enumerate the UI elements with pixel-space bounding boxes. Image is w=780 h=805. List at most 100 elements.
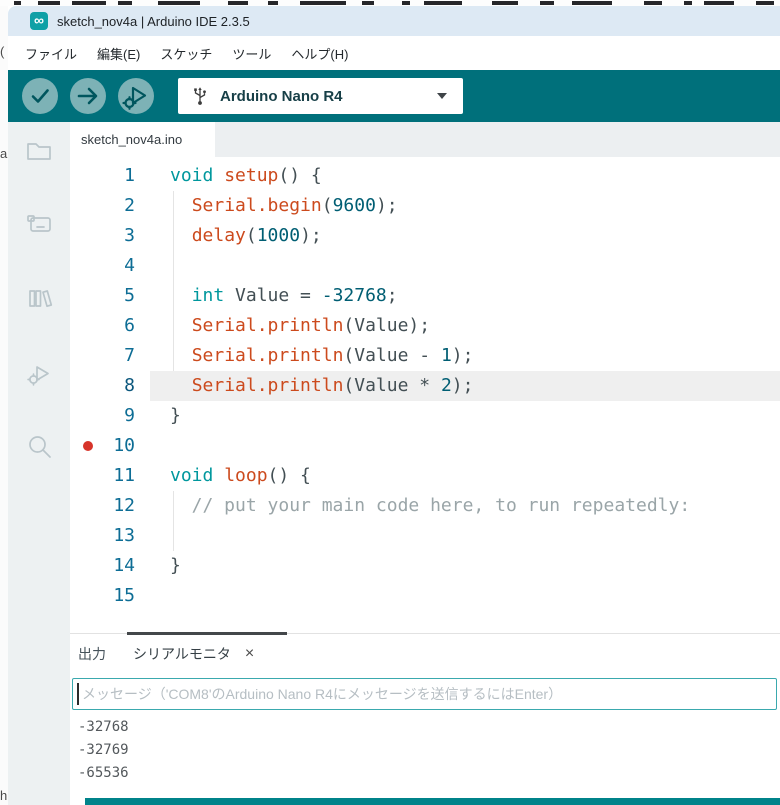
title-bar: ∞ sketch_nov4a | Arduino IDE 2.3.5	[8, 6, 780, 36]
breakpoint-gutter[interactable]	[70, 461, 95, 491]
code-text: Serial.println(Value * 2);	[150, 371, 780, 401]
breakpoint-gutter[interactable]	[70, 581, 95, 611]
line-number: 14	[95, 551, 135, 581]
books-icon	[24, 283, 54, 313]
close-icon[interactable]: ×	[245, 647, 254, 661]
code-lines: 1void setup() {2 Serial.begin(9600);3 de…	[70, 161, 780, 611]
breakpoint-gutter[interactable]	[70, 551, 95, 581]
breakpoint-gutter[interactable]	[70, 311, 95, 341]
code-text	[150, 431, 780, 461]
arrow-right-icon	[70, 78, 106, 114]
line-number: 7	[95, 341, 135, 371]
search-icon	[24, 431, 54, 461]
code-text: }	[150, 551, 780, 581]
breakpoint-gutter[interactable]	[70, 521, 95, 551]
code-line: 3 delay(1000);	[70, 221, 780, 251]
code-line: 11 void loop() {	[70, 461, 780, 491]
breakpoint-gutter[interactable]	[70, 401, 95, 431]
panel-tab-serial-label: シリアルモニタ	[133, 644, 231, 664]
code-line: 9}	[70, 401, 780, 431]
code-text: int Value = -32768;	[150, 281, 780, 311]
menu-item-4[interactable]: ヘルプ(H)	[284, 41, 355, 66]
arduino-ide-window: ∞ sketch_nov4a | Arduino IDE 2.3.5 ファイル編…	[8, 6, 780, 805]
code-text: Serial.begin(9600);	[150, 191, 780, 221]
code-text: delay(1000);	[150, 221, 780, 251]
breakpoint-gutter[interactable]	[70, 161, 95, 191]
code-text	[150, 521, 780, 551]
line-number: 10	[95, 431, 135, 461]
line-number: 11	[95, 461, 135, 491]
board-icon	[24, 209, 54, 239]
background-window-left-edge: ( a h	[0, 6, 8, 805]
menu-item-3[interactable]: ツール	[225, 41, 278, 66]
serial-output-line: -32769	[78, 739, 129, 762]
serial-output-line: -65536	[78, 762, 129, 785]
code-line: 13	[70, 521, 780, 551]
editor-tab-bar: sketch_nov4a.ino	[70, 122, 780, 157]
screen: ( a h ∞ sketch_nov4a | Arduino IDE 2.3.5…	[0, 0, 780, 805]
code-text: Serial.println(Value - 1);	[150, 341, 780, 371]
menu-item-2[interactable]: スケッチ	[153, 41, 219, 66]
code-text: void setup() {	[150, 161, 780, 191]
code-line: 7 Serial.println(Value - 1);	[70, 341, 780, 371]
upload-button[interactable]	[70, 78, 106, 114]
breakpoint-gutter[interactable]	[70, 251, 95, 281]
edge-glyph: h	[0, 788, 7, 803]
sidebar-debug-button[interactable]	[24, 357, 54, 387]
edge-glyph: a	[0, 146, 7, 161]
code-text: void loop() {	[150, 461, 780, 491]
line-number: 2	[95, 191, 135, 221]
panel-tab-serial-monitor[interactable]: シリアルモニタ ×	[127, 644, 287, 664]
line-number: 3	[95, 221, 135, 251]
serial-message-input[interactable]	[72, 678, 777, 710]
breakpoint-gutter[interactable]	[70, 491, 95, 521]
line-number: 13	[95, 521, 135, 551]
window-title: sketch_nov4a | Arduino IDE 2.3.5	[57, 14, 250, 29]
serial-output-line: -32768	[78, 716, 129, 739]
menubar-items: ファイル編集(E)スケッチツールヘルプ(H)	[8, 36, 780, 70]
text-caret	[77, 683, 79, 705]
code-line: 15	[70, 581, 780, 611]
line-number: 9	[95, 401, 135, 431]
breakpoint-gutter[interactable]	[70, 191, 95, 221]
board-selector-label: Arduino Nano R4	[220, 88, 343, 105]
sidebar-search-button[interactable]	[24, 431, 54, 461]
line-number: 6	[95, 311, 135, 341]
toolbar: Arduino Nano R4	[8, 70, 780, 122]
breakpoint-dot[interactable]	[83, 441, 93, 451]
check-icon	[22, 78, 58, 114]
code-line: 5 int Value = -32768;	[70, 281, 780, 311]
menu-item-0[interactable]: ファイル	[18, 41, 84, 66]
code-editor[interactable]: 1void setup() {2 Serial.begin(9600);3 de…	[70, 157, 780, 630]
breakpoint-gutter[interactable]	[70, 431, 95, 461]
breakpoint-gutter[interactable]	[70, 341, 95, 371]
code-line: 6 Serial.println(Value);	[70, 311, 780, 341]
editor-tab-sketch[interactable]: sketch_nov4a.ino	[70, 122, 215, 157]
code-text: }	[150, 401, 780, 431]
sidebar-sketchbook-button[interactable]	[24, 135, 54, 165]
code-line: 12 // put your main code here, to run re…	[70, 491, 780, 521]
code-text	[150, 251, 780, 281]
panel-tab-output[interactable]: 出力	[70, 644, 114, 664]
line-number: 15	[95, 581, 135, 611]
verify-button[interactable]	[22, 78, 58, 114]
breakpoint-gutter[interactable]	[70, 281, 95, 311]
serial-output[interactable]: -32768-32769-65536	[78, 716, 129, 785]
code-text: Serial.println(Value);	[150, 311, 780, 341]
line-number: 12	[95, 491, 135, 521]
code-text: // put your main code here, to run repea…	[150, 491, 780, 521]
sidebar-boards-manager-button[interactable]	[24, 209, 54, 239]
status-bar	[85, 798, 780, 805]
sidebar-library-manager-button[interactable]	[24, 283, 54, 313]
debug-play-gear-icon	[118, 78, 154, 114]
activity-sidebar	[8, 122, 70, 805]
menu-item-1[interactable]: 編集(E)	[90, 41, 147, 66]
debug-icon	[24, 357, 54, 387]
bottom-panel: 出力 シリアルモニタ × -32768-32769-65536	[70, 630, 780, 805]
breakpoint-gutter[interactable]	[70, 221, 95, 251]
line-number: 8	[95, 371, 135, 401]
debug-button[interactable]	[118, 78, 154, 114]
breakpoint-gutter[interactable]	[70, 371, 95, 401]
board-selector[interactable]: Arduino Nano R4	[178, 78, 463, 114]
code-line: 10	[70, 431, 780, 461]
